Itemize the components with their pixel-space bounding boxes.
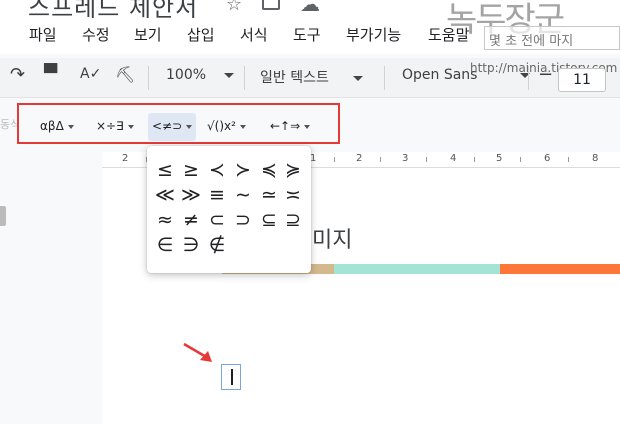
ruler-label: 4	[450, 153, 457, 164]
menu-insert[interactable]: 삽입	[187, 24, 215, 45]
relations-menu: ≤ ≥ ≺ ≻ ≼ ≽ ≪ ≫ ≡ ∼ ≃ ≍ ≈ ≠ ⊂ ⊃ ⊆ ⊇ ∈ ∋ …	[147, 146, 311, 273]
symbol-not-element-of[interactable]: ∉	[205, 233, 229, 257]
symbol-equivalent[interactable]: ≡	[205, 183, 229, 207]
star-icon[interactable]: ☆	[226, 0, 242, 15]
chevron-down-icon	[239, 124, 246, 129]
ruler-label: 2	[356, 153, 363, 164]
color-bar-orange	[500, 264, 620, 274]
zoom-select[interactable]: 100%	[166, 67, 235, 83]
last-edit-hint[interactable]: 몇 초 전에 마지	[484, 26, 620, 50]
color-bar-teal	[334, 264, 500, 274]
symbol-approx[interactable]: ≈	[153, 208, 177, 232]
equation-input[interactable]	[221, 364, 241, 390]
menu-file[interactable]: 파일	[29, 24, 57, 45]
print-icon[interactable]: ▀	[44, 64, 57, 84]
symbol-equivalent-to[interactable]: ≍	[281, 183, 305, 207]
math-operators-button[interactable]: √()x²	[203, 113, 250, 141]
document-title[interactable]: 스프레드 제안서	[28, 0, 198, 18]
style-select[interactable]: 일반 텍스트	[260, 67, 364, 87]
ruler-label: 5	[496, 153, 503, 164]
paint-format-icon[interactable]: ⛏	[115, 65, 135, 84]
symbol-contains[interactable]: ∋	[179, 233, 203, 257]
ruler-label: 6	[544, 153, 551, 164]
document-heading[interactable]: 미지	[312, 222, 352, 254]
pointer-arrow-icon	[183, 342, 212, 362]
ruler-label: 8	[592, 153, 599, 164]
menu-view[interactable]: 보기	[134, 24, 162, 45]
redo-icon[interactable]: ↷	[10, 64, 25, 85]
cloud-status-icon[interactable]: ☁	[300, 0, 320, 16]
symbol-subset-equal[interactable]: ⊆	[257, 208, 281, 232]
symbol-subset[interactable]: ⊂	[205, 208, 229, 232]
outline-toggle[interactable]	[0, 206, 6, 226]
chevron-down-icon	[67, 124, 74, 129]
symbol-greater-equal[interactable]: ≥	[179, 158, 203, 182]
ruler-label: 3	[402, 153, 409, 164]
spellcheck-icon[interactable]: A✓	[80, 66, 101, 82]
symbol-succeeds[interactable]: ≻	[231, 158, 255, 182]
symbol-much-less[interactable]: ≪	[153, 183, 177, 207]
text-cursor	[231, 369, 233, 385]
chevron-down-icon	[127, 124, 134, 129]
menu-addons[interactable]: 부가기능	[346, 24, 401, 45]
symbol-asymptotic[interactable]: ≃	[257, 183, 281, 207]
arrows-button[interactable]: ←↑⇒	[266, 113, 314, 141]
relations-button[interactable]: <≠⊃	[148, 113, 197, 141]
move-to-folder-icon[interactable]	[262, 0, 280, 10]
chevron-down-icon	[304, 124, 311, 129]
symbol-superset-equal[interactable]: ⊇	[281, 208, 305, 232]
misc-operations-button[interactable]: ×÷∃	[92, 113, 138, 141]
font-size-input[interactable]: 11	[558, 68, 606, 92]
symbol-much-greater[interactable]: ≫	[179, 183, 203, 207]
symbol-element-of[interactable]: ∈	[153, 233, 177, 257]
chevron-down-icon	[186, 124, 193, 129]
left-margin	[0, 150, 102, 424]
symbol-precedes-equal[interactable]: ≼	[257, 158, 281, 182]
menu-tools[interactable]: 도구	[293, 24, 321, 45]
symbol-precedes[interactable]: ≺	[205, 158, 229, 182]
symbol-not-equal[interactable]: ≠	[179, 208, 203, 232]
menu-format[interactable]: 서식	[240, 24, 268, 45]
symbol-less-equal[interactable]: ≤	[153, 158, 177, 182]
symbol-superset[interactable]: ⊃	[231, 208, 255, 232]
ruler-label: 2	[122, 153, 129, 164]
symbol-similar[interactable]: ∼	[231, 183, 255, 207]
menu-edit[interactable]: 수정	[82, 24, 110, 45]
greek-letters-button[interactable]: αβΔ	[36, 113, 78, 141]
symbol-succeeds-equal[interactable]: ≽	[281, 158, 305, 182]
